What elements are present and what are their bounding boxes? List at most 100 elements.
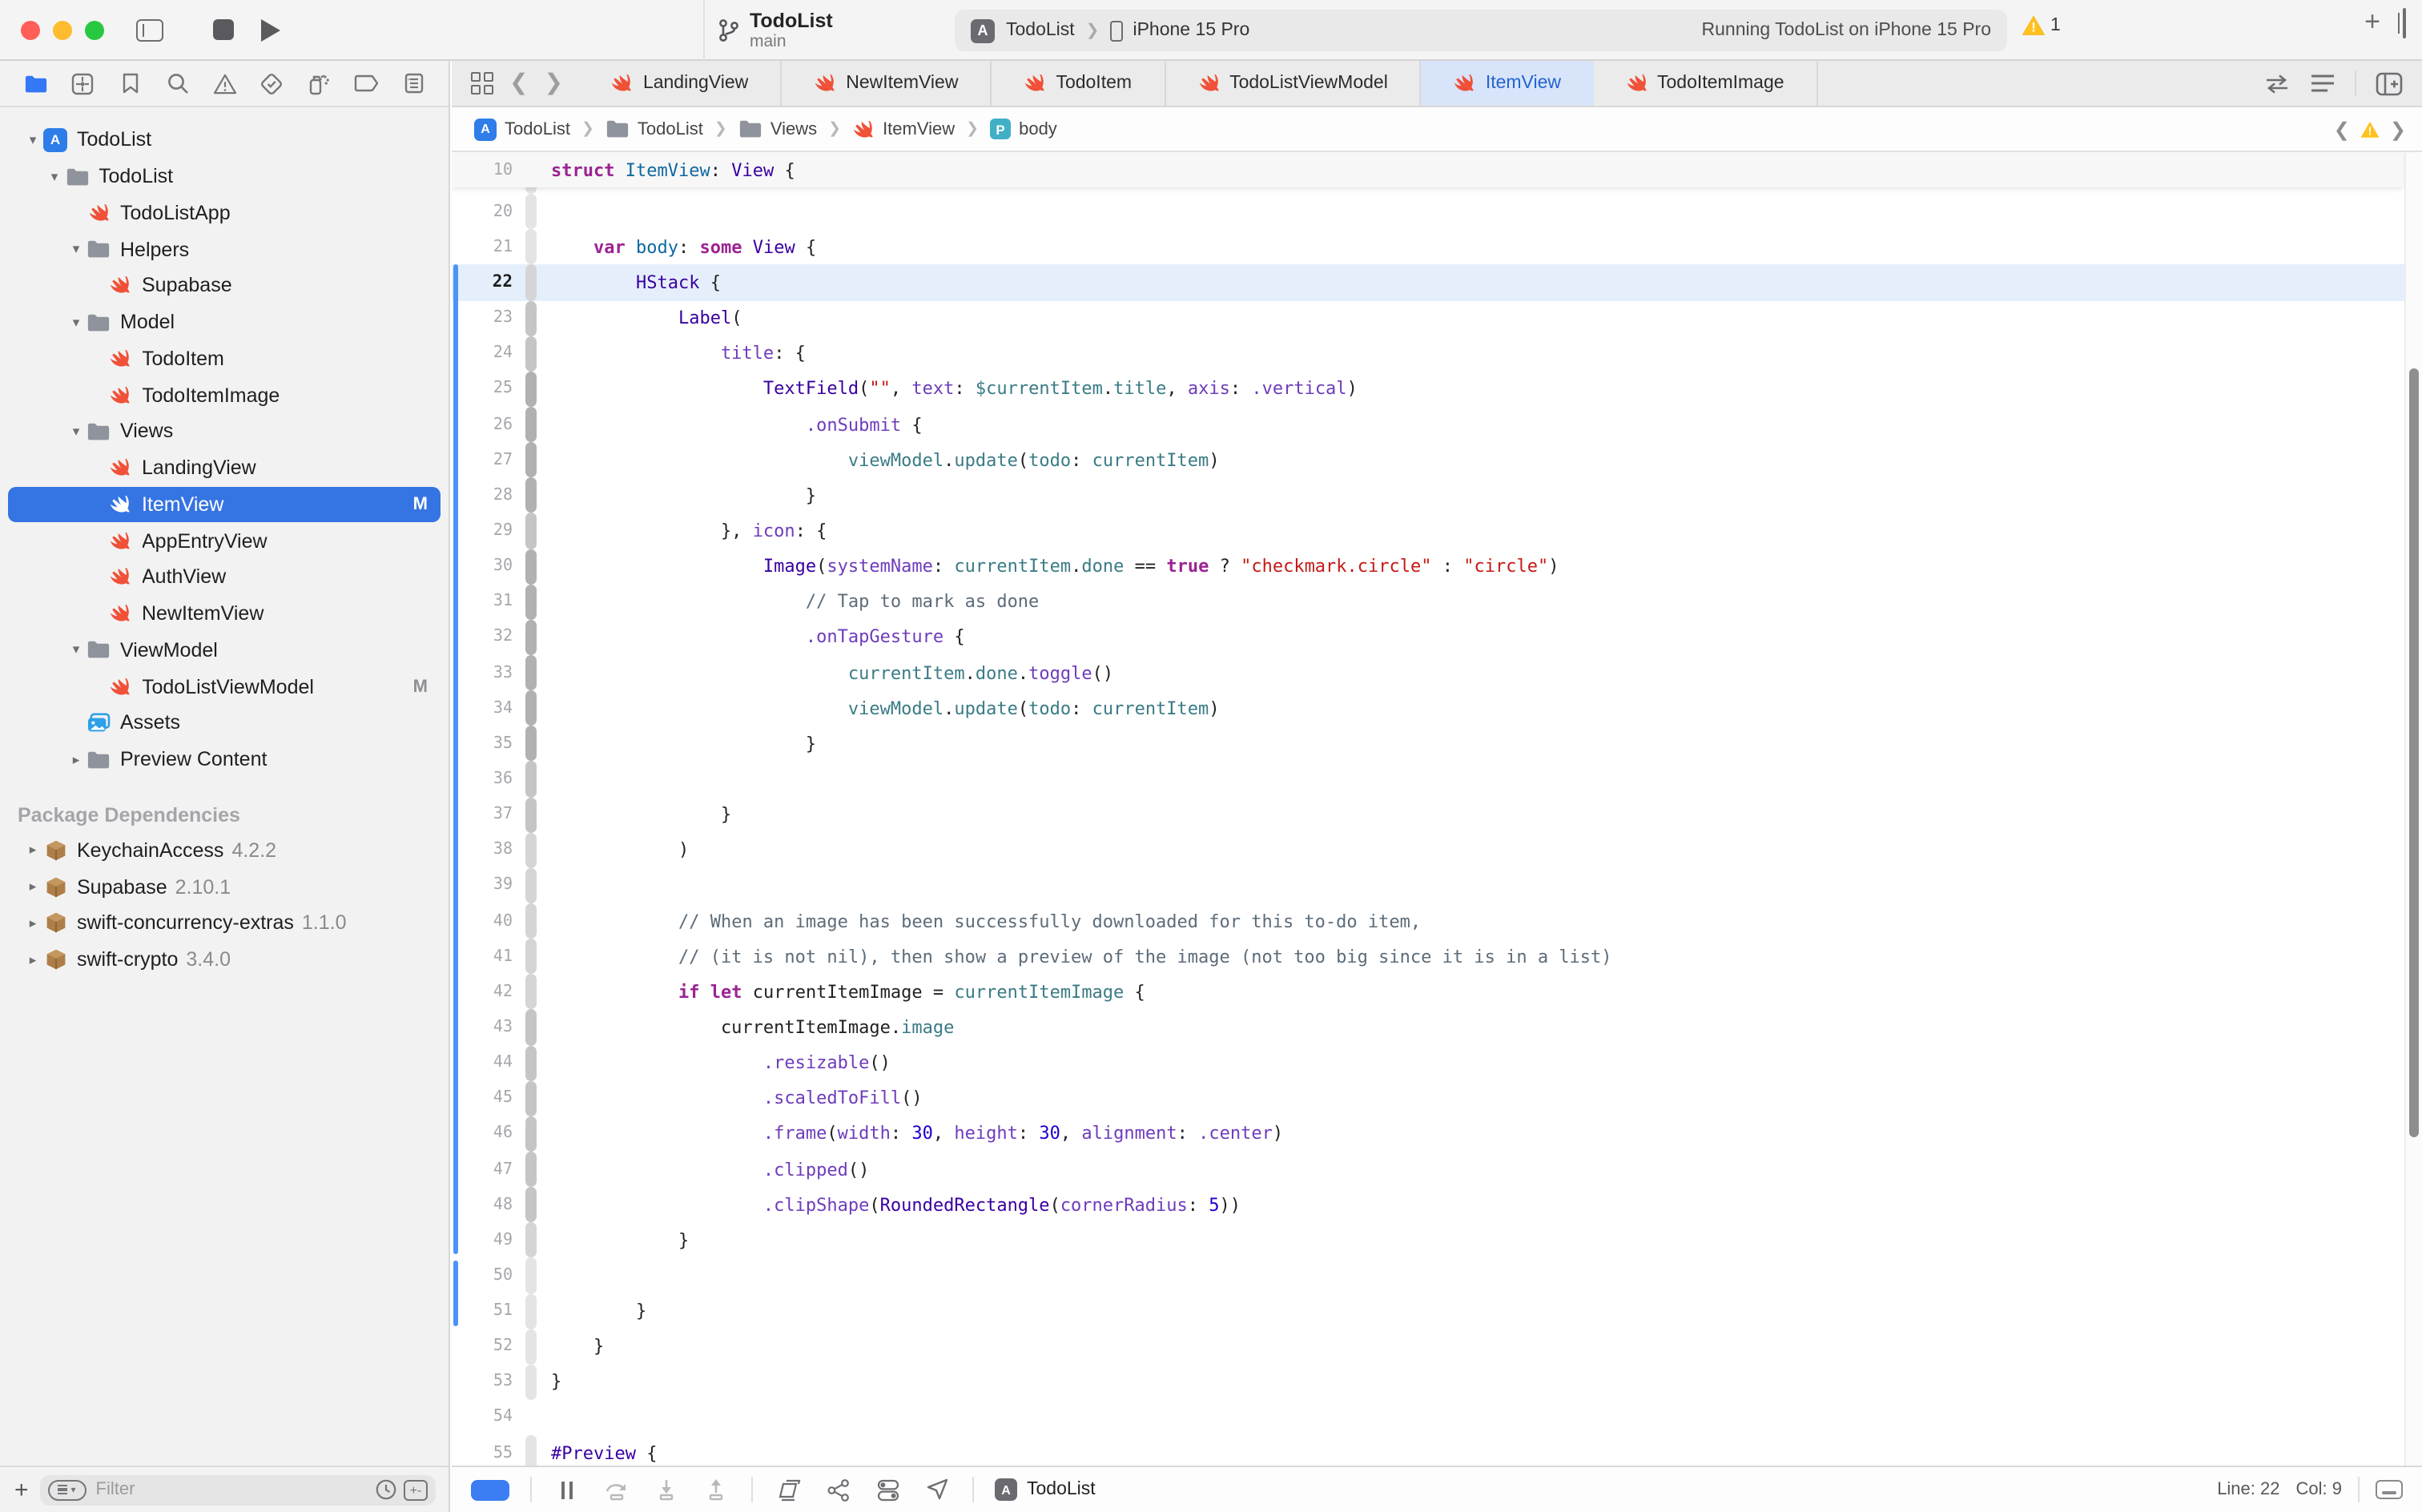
prev-issue-button[interactable]: ❮ xyxy=(2334,118,2350,140)
code-line-39[interactable]: 39 xyxy=(452,868,2422,903)
fold-ribbon[interactable] xyxy=(525,620,537,655)
disclosure-open-icon[interactable]: ▾ xyxy=(24,131,42,149)
tab-TodoItemImage[interactable]: TodoItemImage xyxy=(1593,61,1818,106)
sidebar-item-TodoList[interactable]: ▾ATodoList xyxy=(8,122,441,159)
sidebar-item-LandingView[interactable]: LandingView xyxy=(8,450,441,487)
disclosure-open-icon[interactable]: ▾ xyxy=(67,423,85,440)
code-line-42[interactable]: 42 if let currentItemImage = currentItem… xyxy=(452,974,2422,1009)
navigator-issues-button[interactable] xyxy=(208,67,240,99)
code-line-41[interactable]: 41 // (it is not nil), then show a previ… xyxy=(452,939,2422,974)
stop-button[interactable] xyxy=(200,9,245,50)
scheme-selector[interactable]: A TodoList ❯ iPhone 15 Pro Running TodoL… xyxy=(955,10,2007,51)
tab-LandingView[interactable]: LandingView xyxy=(579,61,782,106)
view-hierarchy-button[interactable] xyxy=(774,1475,803,1504)
close-button[interactable] xyxy=(21,20,40,39)
keyboard-toggle-icon[interactable] xyxy=(2376,1480,2403,1499)
code-editor[interactable]: 19 @Environment(TodoListViewModel.self) … xyxy=(452,152,2422,1466)
back-button[interactable]: ❮ xyxy=(509,70,528,96)
sidebar-item-TodoListViewModel[interactable]: TodoListViewModelM xyxy=(8,669,441,706)
fold-ribbon[interactable] xyxy=(525,690,537,726)
code-line-48[interactable]: 48 .clipShape(RoundedRectangle(cornerRad… xyxy=(452,1187,2422,1222)
fold-ribbon[interactable] xyxy=(525,442,537,477)
fold-ribbon[interactable] xyxy=(525,868,537,903)
recent-files-icon[interactable] xyxy=(375,1478,397,1501)
package-item-swift-concurrency-extras[interactable]: ▸swift-concurrency-extras1.1.0 xyxy=(8,905,441,942)
next-issue-button[interactable]: ❯ xyxy=(2390,118,2406,140)
code-line-44[interactable]: 44 .resizable() xyxy=(452,1045,2422,1080)
fold-ribbon[interactable] xyxy=(525,478,537,513)
sidebar-item-Preview Content[interactable]: ▸Preview Content xyxy=(8,742,441,778)
sidebar-item-Assets[interactable]: Assets xyxy=(8,705,441,742)
pause-button[interactable] xyxy=(553,1475,581,1504)
fold-ribbon[interactable] xyxy=(525,265,537,300)
fold-ribbon[interactable] xyxy=(525,513,537,549)
code-line-38[interactable]: 38 ) xyxy=(452,832,2422,867)
navigator-debug-button[interactable] xyxy=(303,67,335,99)
code-line-47[interactable]: 47 .clipped() xyxy=(452,1152,2422,1187)
navigator-source-control-button[interactable] xyxy=(66,67,99,99)
tab-ItemView[interactable]: ItemView xyxy=(1422,61,1593,106)
code-line-23[interactable]: 23 Label( xyxy=(452,300,2422,336)
code-line-36[interactable]: 36 xyxy=(452,762,2422,797)
navigator-breakpoints-button[interactable] xyxy=(350,67,382,99)
related-items-icon[interactable] xyxy=(471,72,493,94)
breadcrumb-item-TodoList[interactable]: ATodoList xyxy=(474,118,570,140)
fold-ribbon[interactable] xyxy=(525,194,537,229)
code-line-46[interactable]: 46 .frame(width: 30, height: 30, alignme… xyxy=(452,1116,2422,1152)
sidebar-item-AuthView[interactable]: AuthView xyxy=(8,559,441,596)
package-item-KeychainAccess[interactable]: ▸KeychainAccess4.2.2 xyxy=(8,832,441,869)
add-editor-icon[interactable] xyxy=(2376,71,2403,95)
sidebar-item-TodoList[interactable]: ▾TodoList xyxy=(8,159,441,195)
tab-TodoItem[interactable]: TodoItem xyxy=(992,61,1165,106)
fold-ribbon[interactable] xyxy=(525,1152,537,1187)
sidebar-item-NewItemView[interactable]: NewItemView xyxy=(8,596,441,633)
breakpoints-toggle[interactable] xyxy=(471,1479,509,1500)
fold-ribbon[interactable] xyxy=(525,1045,537,1080)
fold-ribbon[interactable] xyxy=(525,797,537,832)
code-line-24[interactable]: 24 title: { xyxy=(452,336,2422,371)
fold-ribbon[interactable] xyxy=(525,1116,537,1152)
sidebar-item-Helpers[interactable]: ▾Helpers xyxy=(8,231,441,268)
fold-ribbon[interactable] xyxy=(525,939,537,974)
warning-icon[interactable]: ! xyxy=(2360,119,2380,139)
disclosure-closed-icon[interactable]: ▸ xyxy=(24,915,42,932)
package-item-swift-crypto[interactable]: ▸swift-crypto3.4.0 xyxy=(8,942,441,979)
code-line-50[interactable]: 50 xyxy=(452,1258,2422,1293)
sidebar-item-TodoItemImage[interactable]: TodoItemImage xyxy=(8,377,441,414)
zoom-button[interactable] xyxy=(85,20,104,39)
swap-editor-icon[interactable] xyxy=(2263,73,2291,94)
code-line-43[interactable]: 43 currentItemImage.image xyxy=(452,1010,2422,1045)
step-into-button[interactable] xyxy=(652,1475,681,1504)
code-line-40[interactable]: 40 // When an image has been successfull… xyxy=(452,903,2422,939)
environment-overrides-button[interactable] xyxy=(873,1475,902,1504)
breadcrumb-item-body[interactable]: Pbody xyxy=(990,119,1057,139)
code-line-37[interactable]: 37 } xyxy=(452,797,2422,832)
filter-options-icon[interactable]: ▾ xyxy=(48,1479,86,1500)
navigator-bookmarks-button[interactable] xyxy=(114,67,146,99)
sidebar-item-ViewModel[interactable]: ▾ViewModel xyxy=(8,632,441,669)
disclosure-open-icon[interactable]: ▾ xyxy=(67,641,85,659)
code-line-51[interactable]: 51 } xyxy=(452,1293,2422,1329)
fold-ribbon[interactable] xyxy=(525,152,537,187)
fold-ribbon[interactable] xyxy=(525,1329,537,1364)
fold-ribbon[interactable] xyxy=(525,832,537,867)
navigator-reports-button[interactable] xyxy=(397,67,429,99)
code-line-10[interactable]: 10struct ItemView: View { xyxy=(452,152,795,187)
tab-TodoListViewModel[interactable]: TodoListViewModel xyxy=(1165,61,1422,106)
sidebar-item-Supabase[interactable]: Supabase xyxy=(8,267,441,304)
breadcrumb-item-ItemView[interactable]: ItemView xyxy=(852,118,955,140)
fold-ribbon[interactable] xyxy=(525,1400,537,1435)
toggle-navigator-button[interactable] xyxy=(127,9,171,50)
sidebar-item-ItemView[interactable]: ItemViewM xyxy=(8,486,441,523)
code-line-31[interactable]: 31 // Tap to mark as done xyxy=(452,584,2422,619)
disclosure-open-icon[interactable]: ▾ xyxy=(67,313,85,331)
fold-ribbon[interactable] xyxy=(525,336,537,371)
fold-ribbon[interactable] xyxy=(525,584,537,619)
fold-ribbon[interactable] xyxy=(525,1222,537,1257)
fold-ribbon[interactable] xyxy=(525,726,537,762)
code-line-21[interactable]: 21 var body: some View { xyxy=(452,230,2422,265)
code-line-25[interactable]: 25 TextField("", text: $currentItem.titl… xyxy=(452,372,2422,407)
code-line-30[interactable]: 30 Image(systemName: currentItem.done ==… xyxy=(452,549,2422,584)
step-out-button[interactable] xyxy=(702,1475,730,1504)
scm-filter-icon[interactable]: +- xyxy=(404,1479,428,1500)
